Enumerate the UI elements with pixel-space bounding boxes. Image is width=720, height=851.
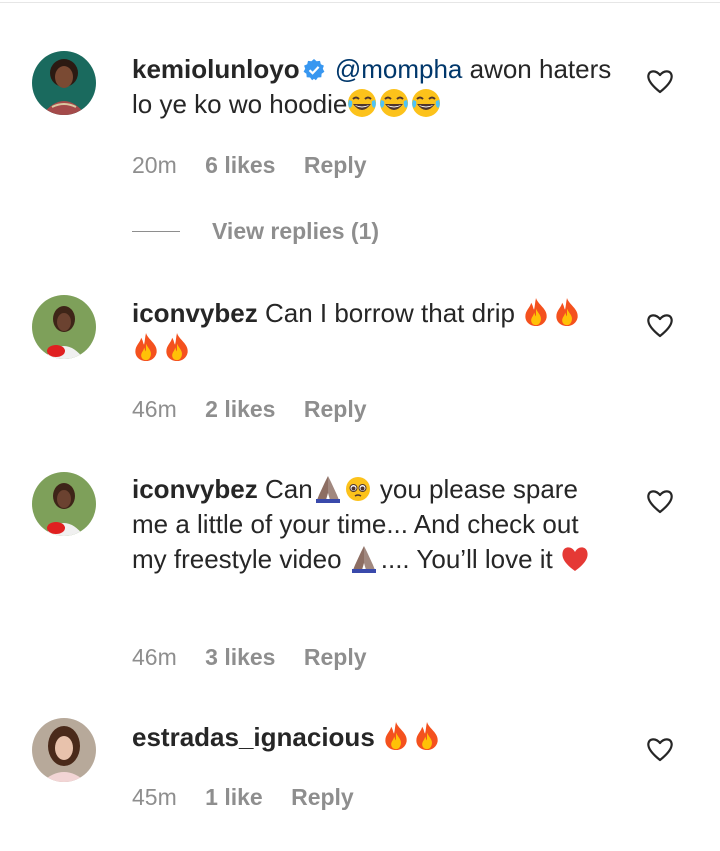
verified-badge-icon (303, 59, 324, 81)
comment-meta: 46m 2 likes Reply (132, 396, 389, 423)
like-heart-icon[interactable] (646, 488, 674, 514)
likes-count[interactable]: 2 likes (205, 396, 275, 422)
reply-button[interactable]: Reply (304, 644, 367, 670)
fire-emoji-group (382, 721, 444, 752)
mention-link[interactable]: @mompha (335, 54, 463, 84)
timestamp: 46m (132, 396, 177, 422)
username[interactable]: estradas_ignacious (132, 722, 375, 752)
likes-count[interactable]: 3 likes (205, 644, 275, 670)
laughing-emoji-group (347, 88, 443, 119)
reply-button[interactable]: Reply (291, 784, 354, 810)
comment-text-part-1: Can (264, 474, 313, 504)
timestamp: 46m (132, 644, 177, 670)
avatar[interactable] (32, 295, 96, 359)
comment-text: Can I borrow that drip (264, 298, 515, 328)
likes-count[interactable]: 1 like (205, 784, 263, 810)
comment-text-part-3: .... You’ll love it (380, 544, 553, 574)
like-heart-icon[interactable] (646, 68, 674, 94)
avatar[interactable] (32, 718, 96, 782)
pleading-face-emoji (344, 476, 371, 502)
top-divider (0, 2, 720, 3)
username[interactable]: iconvybez (132, 298, 258, 328)
view-replies-button[interactable]: View replies (1) (212, 218, 379, 245)
username[interactable]: kemiolunloyo (132, 54, 300, 84)
pray-emoji (315, 476, 340, 503)
timestamp: 45m (132, 784, 177, 810)
comment-meta: 45m 1 like Reply (132, 784, 376, 811)
replies-divider (132, 230, 180, 232)
avatar[interactable] (32, 51, 96, 115)
reply-button[interactable]: Reply (304, 152, 367, 178)
pray-emoji (351, 546, 376, 573)
like-heart-icon[interactable] (646, 312, 674, 338)
like-heart-icon[interactable] (646, 736, 674, 762)
red-heart-emoji (562, 547, 588, 571)
likes-count[interactable]: 6 likes (205, 152, 275, 178)
view-replies[interactable]: View replies (1) (132, 213, 379, 249)
comment-meta: 46m 3 likes Reply (132, 644, 389, 671)
reply-button[interactable]: Reply (304, 396, 367, 422)
comment-meta: 20m 6 likes Reply (132, 152, 389, 179)
avatar[interactable] (32, 472, 96, 536)
username[interactable]: iconvybez (132, 474, 258, 504)
timestamp: 20m (132, 152, 177, 178)
